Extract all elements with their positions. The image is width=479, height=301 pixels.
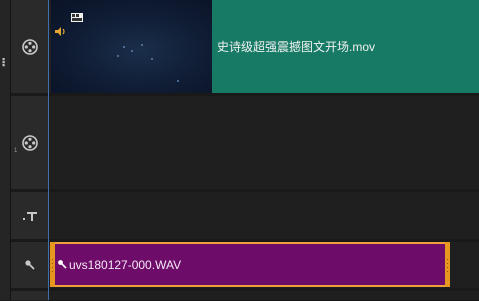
- video-thumbnail-icon: [71, 13, 83, 22]
- title-track-header[interactable]: [11, 192, 48, 240]
- thumbnail-sparkle: [131, 50, 133, 52]
- track-resize-strip[interactable]: ▪ ▪ ▪: [0, 0, 11, 300]
- audio-pin-icon[interactable]: [24, 259, 36, 271]
- drag-grip-icon[interactable]: ▪ ▪ ▪: [2, 55, 8, 70]
- trim-grip-dots: · · · ·: [446, 255, 449, 276]
- video-clip-thumbnail[interactable]: [51, 0, 212, 93]
- speaker-icon: [55, 27, 67, 36]
- film-reel-icon[interactable]: [21, 134, 38, 151]
- title-text-icon[interactable]: [22, 210, 38, 222]
- film-reel-icon[interactable]: [21, 38, 38, 55]
- thumbnail-sparkle: [151, 58, 153, 60]
- track-header-column: 1: [11, 0, 49, 300]
- track-index-label: 1: [14, 148, 18, 154]
- thumbnail-sparkle: [123, 46, 125, 48]
- audio-track-header[interactable]: [11, 242, 48, 289]
- trim-grip-dots: · · · ·: [51, 255, 54, 276]
- overlay-track-header[interactable]: 1: [11, 96, 48, 190]
- thumbnail-sparkle: [141, 44, 143, 46]
- audio-clip-icon: [57, 259, 67, 269]
- playhead-line[interactable]: [48, 0, 49, 300]
- audio-clip-filename: uvs180127-000.WAV: [69, 258, 182, 272]
- thumbnail-sparkle: [177, 80, 179, 82]
- thumbnail-sparkle: [117, 55, 119, 57]
- video-track-header[interactable]: [11, 0, 48, 94]
- video-clip-filename: 史诗级超强震撼图文开场.mov: [217, 40, 376, 54]
- title-track-lane[interactable]: [49, 192, 479, 240]
- overlay-track-lane[interactable]: [49, 96, 479, 190]
